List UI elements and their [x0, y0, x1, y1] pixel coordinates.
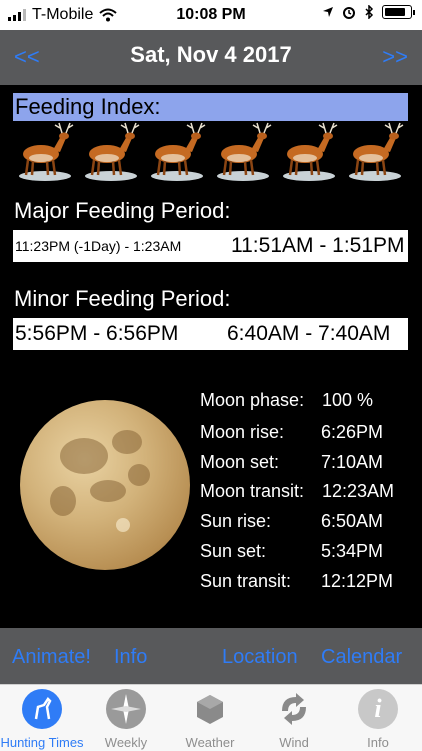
location-button[interactable]: Location — [222, 646, 298, 669]
row-value: 5:34PM — [321, 541, 384, 561]
location-arrow-icon — [323, 7, 333, 17]
tab-weather[interactable]: Weather — [168, 687, 252, 750]
row-value: 7:10AM — [321, 452, 384, 472]
status-bar: T-Mobile 10:08 PM — [0, 0, 422, 30]
row-label: Sun set: — [200, 541, 267, 561]
row-label: Moon transit: — [200, 481, 305, 501]
tab-label: Info — [367, 735, 389, 750]
row-value: 6:50AM — [321, 511, 384, 531]
calendar-button[interactable]: Calendar — [321, 646, 402, 669]
row-label: Sun rise: — [200, 511, 272, 531]
major-feeding-title: Major Feeding Period: — [14, 198, 231, 223]
bluetooth-icon — [365, 5, 374, 19]
tab-bar: Hunting Times Weekly Weather Wind i Info — [0, 684, 422, 751]
info-icon: i — [358, 689, 398, 729]
date-header: << Sat, Nov 4 2017 >> — [0, 30, 422, 85]
feeding-index-label: Feeding Index: — [13, 93, 408, 121]
deer-icon — [217, 122, 272, 181]
action-bar: Animate! Info Location Calendar — [0, 628, 422, 684]
deer-icon — [283, 122, 338, 181]
minor-period-2: 6:40AM - 7:40AM — [227, 322, 391, 345]
row-value: 12:12PM — [321, 571, 394, 591]
deer-icon — [349, 122, 404, 181]
row-value: 6:26PM — [321, 422, 384, 442]
minor-period-1: 5:56PM - 6:56PM — [15, 322, 179, 345]
tab-info[interactable]: i Info — [336, 687, 420, 750]
tab-wind[interactable]: Wind — [252, 687, 336, 750]
cube-icon — [197, 695, 223, 724]
battery-icon — [382, 5, 415, 19]
major-feeding-periods: 11:23PM (-1Day) - 1:23AM 11:51AM - 1:51P… — [13, 230, 408, 262]
tab-label: Weekly — [104, 735, 148, 750]
row-label: Moon phase: — [200, 390, 305, 410]
row-label: Sun transit: — [200, 571, 292, 591]
minor-feeding-title: Minor Feeding Period: — [14, 286, 231, 311]
row-label: Moon rise: — [200, 422, 285, 442]
wind-arrows-icon — [282, 693, 306, 725]
deer-icon — [151, 122, 206, 181]
row-value: 12:23AM — [322, 481, 395, 501]
info-button[interactable]: Info — [114, 646, 147, 669]
deer-icon — [19, 122, 74, 181]
animate-button[interactable]: Animate! — [12, 646, 91, 669]
hunting-times-icon — [22, 689, 62, 729]
tab-label: Wind — [279, 735, 309, 750]
tab-label: Hunting Times — [0, 735, 84, 750]
alarm-icon — [343, 7, 355, 19]
next-day-button[interactable]: >> — [382, 44, 408, 70]
compass-icon — [106, 689, 146, 729]
date-title: Sat, Nov 4 2017 — [130, 42, 292, 67]
tab-hunting-times[interactable]: Hunting Times — [0, 687, 84, 750]
row-label: Moon set: — [200, 452, 280, 472]
minor-feeding-periods: 5:56PM - 6:56PM 6:40AM - 7:40AM — [13, 318, 408, 350]
feeding-index-rating — [13, 120, 413, 184]
major-period-1: 11:23PM (-1Day) - 1:23AM — [15, 238, 182, 254]
major-period-2: 11:51AM - 1:51PM — [231, 234, 405, 257]
tab-weekly[interactable]: Weekly — [84, 687, 168, 750]
row-value: 100 % — [322, 390, 374, 410]
full-moon-image — [20, 400, 190, 570]
status-right — [322, 5, 415, 19]
deer-icon — [85, 122, 140, 181]
tab-label: Weather — [185, 735, 235, 750]
